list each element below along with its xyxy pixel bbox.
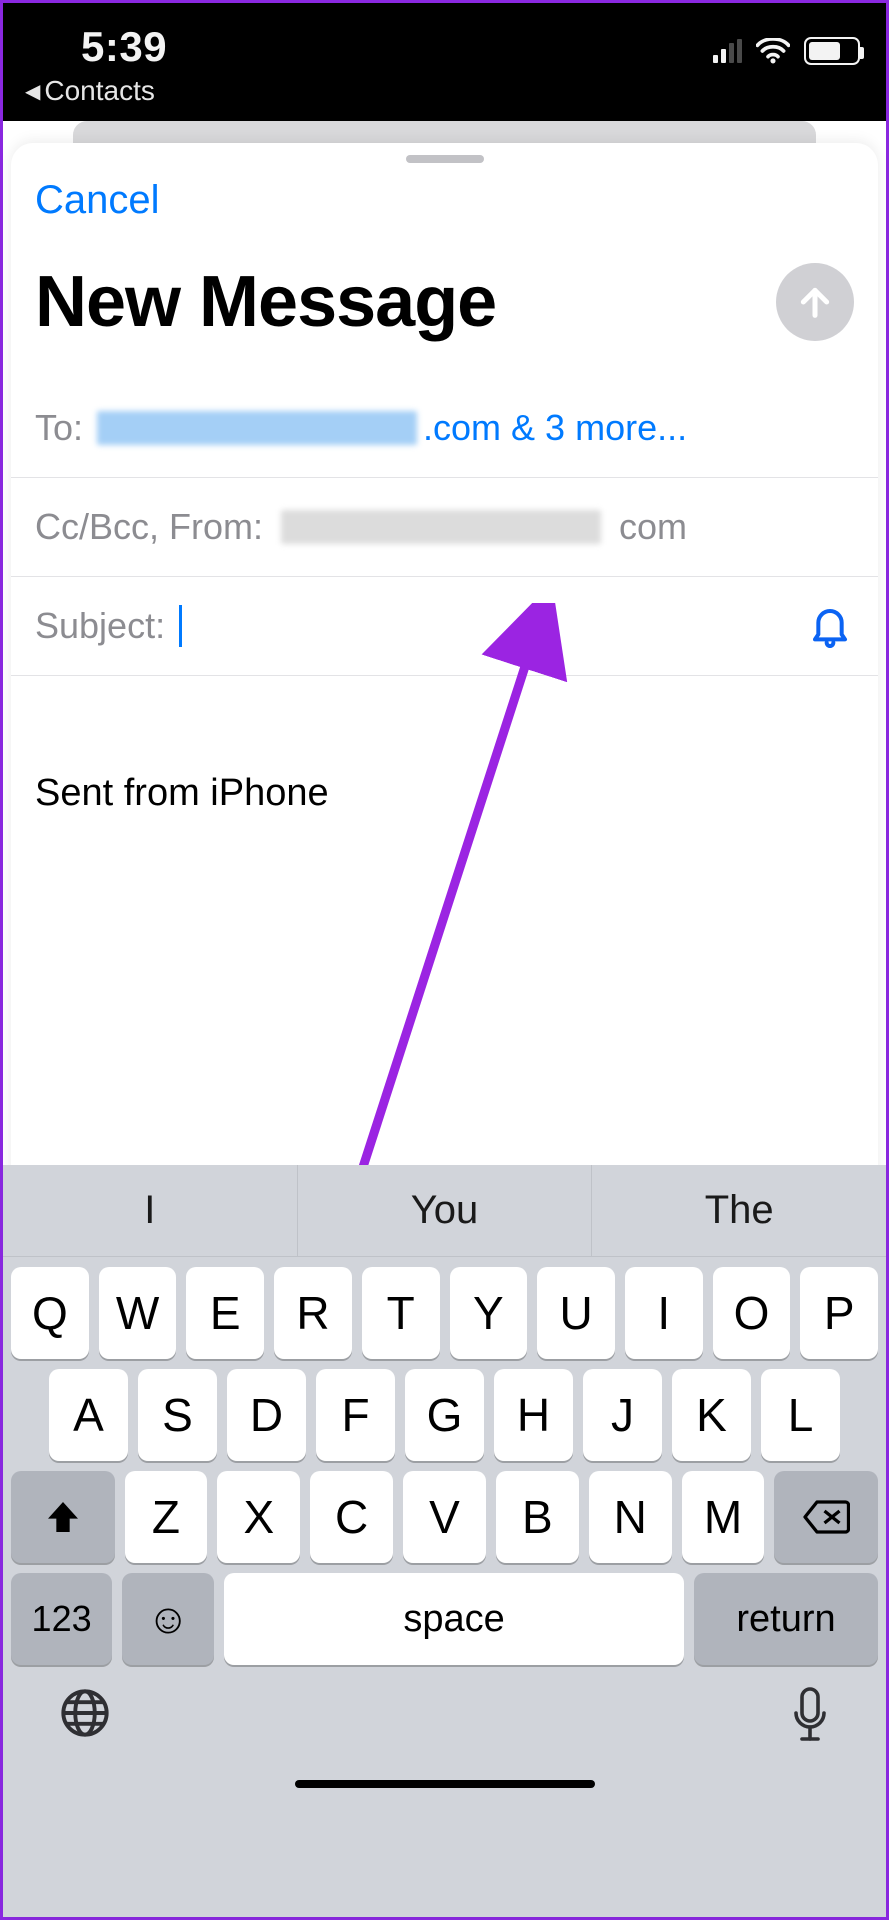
key-n[interactable]: N [589,1471,672,1563]
key-f[interactable]: F [316,1369,395,1461]
suggestion[interactable]: The [592,1165,886,1256]
to-field[interactable]: To: .com & 3 more... [11,379,878,478]
key-h[interactable]: H [494,1369,573,1461]
key-t[interactable]: T [362,1267,440,1359]
cc-bcc-from-field[interactable]: Cc/Bcc, From: com [11,478,878,577]
key-l[interactable]: L [761,1369,840,1461]
status-bar: 5:39 ◀ Contacts [3,3,886,121]
return-key[interactable]: return [694,1573,878,1665]
key-p[interactable]: P [800,1267,878,1359]
back-caret-icon: ◀ [25,79,40,104]
key-g[interactable]: G [405,1369,484,1461]
dictation-key[interactable] [790,1687,830,1756]
key-m[interactable]: M [682,1471,765,1563]
subject-field[interactable]: Subject: [11,577,878,676]
body-signature: Sent from iPhone [35,772,854,815]
key-r[interactable]: R [274,1267,352,1359]
ccbcc-from-label: Cc/Bcc, From: [35,506,263,548]
from-suffix: com [619,506,687,548]
key-w[interactable]: W [99,1267,177,1359]
key-b[interactable]: B [496,1471,579,1563]
to-recipients[interactable]: .com & 3 more... [97,407,687,449]
key-z[interactable]: Z [125,1471,208,1563]
backspace-key[interactable] [774,1471,878,1563]
home-indicator[interactable] [295,1780,595,1788]
battery-icon [804,37,860,65]
key-e[interactable]: E [186,1267,264,1359]
backspace-icon [802,1499,850,1535]
key-c[interactable]: C [310,1471,393,1563]
key-u[interactable]: U [537,1267,615,1359]
back-app-label: Contacts [44,75,155,107]
key-d[interactable]: D [227,1369,306,1461]
subject-label: Subject: [35,605,165,647]
subject-input[interactable] [196,605,854,647]
cellular-signal-icon [713,39,742,63]
key-y[interactable]: Y [450,1267,528,1359]
to-suffix: .com & 3 more... [423,407,687,449]
key-i[interactable]: I [625,1267,703,1359]
notify-bell-button[interactable] [810,604,850,648]
status-time: 5:39 [81,23,167,71]
key-q[interactable]: Q [11,1267,89,1359]
space-key[interactable]: space [224,1573,684,1665]
compose-title: New Message [35,261,496,343]
emoji-icon: ☺ [147,1595,190,1643]
mic-icon [790,1687,830,1743]
text-cursor [179,605,182,647]
bell-icon [810,604,850,648]
key-v[interactable]: V [403,1471,486,1563]
key-x[interactable]: X [217,1471,300,1563]
arrow-up-icon [795,282,835,322]
sheet-grabber[interactable] [406,155,484,163]
globe-icon [59,1687,111,1739]
shift-key[interactable] [11,1471,115,1563]
suggestion[interactable]: I [3,1165,298,1256]
to-label: To: [35,407,83,449]
cancel-button[interactable]: Cancel [35,178,160,223]
emoji-key[interactable]: ☺ [122,1573,214,1665]
key-a[interactable]: A [49,1369,128,1461]
wifi-icon [756,38,790,64]
keyboard: I You The Q W E R T Y U I O P A S D F G … [3,1165,886,1917]
key-k[interactable]: K [672,1369,751,1461]
send-button[interactable] [776,263,854,341]
suggestion-bar: I You The [3,1165,886,1257]
redacted-from [281,510,601,544]
key-j[interactable]: J [583,1369,662,1461]
suggestion[interactable]: You [298,1165,593,1256]
numbers-key[interactable]: 123 [11,1573,112,1665]
key-s[interactable]: S [138,1369,217,1461]
back-to-app-pill[interactable]: ◀ Contacts [25,75,155,107]
globe-key[interactable] [59,1687,111,1756]
redacted-recipient [97,411,417,445]
key-o[interactable]: O [713,1267,791,1359]
shift-icon [43,1497,83,1537]
